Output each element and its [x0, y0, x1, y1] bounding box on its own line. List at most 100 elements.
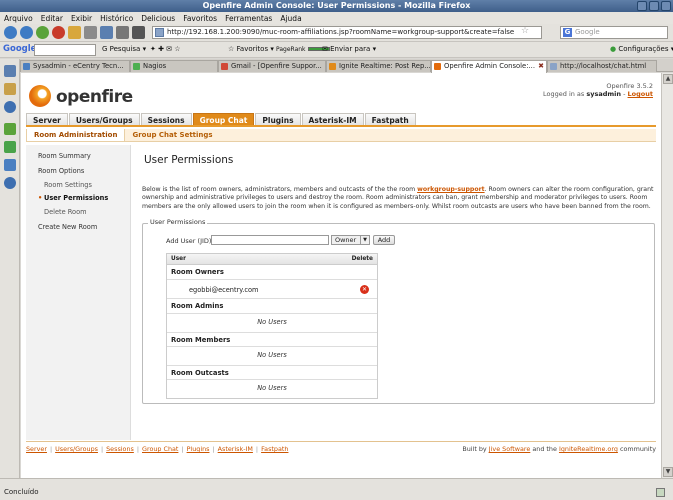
openfire-logo-text: openfire [56, 87, 133, 107]
table-row: egobbi@ecentry.com ✕ [167, 281, 377, 299]
status-bar: Concluído [0, 478, 673, 500]
minimize-button[interactable] [637, 1, 647, 11]
maximize-button[interactable] [649, 1, 659, 11]
tab-users-groups[interactable]: Users/Groups [68, 113, 140, 125]
tab-plugins[interactable]: Plugins [255, 113, 301, 125]
logout-link[interactable]: Logout [628, 90, 653, 98]
clock-icon[interactable] [4, 101, 16, 113]
menu-delete-room[interactable]: Delete Room [44, 208, 87, 216]
tag-icon[interactable] [100, 26, 113, 39]
tab-asterisk-im[interactable]: Asterisk-IM [301, 113, 364, 125]
menu-room-options[interactable]: Room Options [38, 167, 84, 175]
settings-icon[interactable] [4, 159, 16, 171]
delete-icon[interactable]: ✕ [360, 285, 369, 294]
subtab-group-chat-settings[interactable]: Group Chat Settings [125, 129, 219, 141]
role-select[interactable]: Owner ▼ [331, 235, 370, 245]
menu-historico[interactable]: Histórico [100, 14, 133, 23]
openfire-logo-icon [29, 85, 51, 107]
footer-link-server[interactable]: Server [26, 445, 47, 453]
enviar-button[interactable]: ✉ Enviar para ▾ [322, 45, 376, 53]
page-icon[interactable] [116, 26, 129, 39]
menu-arquivo[interactable]: Arquivo [4, 14, 33, 23]
jid-input[interactable] [211, 235, 329, 245]
room-link[interactable]: workgroup-support [417, 186, 484, 193]
configuracoes-button[interactable]: ● Configurações ▾ [610, 45, 673, 53]
tab-gmail[interactable]: Gmail - [Openfire Suppor... [218, 60, 326, 72]
toolbar-icons[interactable]: ✦ ✚ ✉ ☆ [150, 45, 181, 53]
menu-delicious[interactable]: Delicious [141, 14, 175, 23]
add-button[interactable]: Add [373, 235, 395, 245]
sidebar-icon-3[interactable] [4, 123, 16, 135]
favoritos-button[interactable]: ☆ Favoritos ▾ [228, 45, 274, 53]
status-icon [656, 488, 665, 497]
footer-link-plugins[interactable]: Plugins [187, 445, 210, 453]
menu-ferramentas[interactable]: Ferramentas [225, 14, 272, 23]
page-description: Below is the list of room owners, admini… [142, 186, 654, 210]
ignite-realtime-link[interactable]: IgniteRealtime.org [559, 445, 618, 453]
footer-link-asterisk-im[interactable]: Asterisk-IM [218, 445, 253, 453]
sub-nav: Room Administration Group Chat Settings [26, 129, 656, 142]
google-toolbar-input[interactable] [34, 44, 96, 56]
tab-ignite[interactable]: Ignite Realtime: Post Rep... [326, 60, 431, 72]
scroll-down-icon[interactable]: ▼ [663, 467, 673, 477]
sidebar-icon-1[interactable] [4, 65, 16, 77]
status-text: Concluído [4, 488, 39, 496]
page-title: User Permissions [144, 154, 234, 166]
tab-openfire[interactable]: Openfire Admin Console:... ✖ [431, 60, 547, 73]
info-icon[interactable] [4, 177, 16, 189]
url-bar[interactable]: http://192.168.1.200:9090/muc-room-affil… [152, 26, 542, 39]
screen-icon[interactable] [132, 26, 145, 39]
tab-localhost-chat[interactable]: http://localhost/chat.html [547, 60, 657, 72]
tab-nagios[interactable]: Nagios [130, 60, 218, 72]
col-user: User [171, 256, 186, 262]
footer-link-users-groups[interactable]: Users/Groups [55, 445, 98, 453]
menu-room-settings[interactable]: Room Settings [44, 181, 92, 189]
puzzle-icon[interactable] [4, 141, 16, 153]
window-title-bar: Openfire Admin Console: User Permissions… [0, 0, 673, 12]
tab-favicon [550, 63, 557, 70]
menu-exibir[interactable]: Exibir [71, 14, 92, 23]
tab-favicon [329, 63, 336, 70]
star-icon[interactable]: ☆ [521, 26, 529, 36]
col-delete: Delete [351, 256, 373, 262]
search-placeholder: Google [575, 28, 600, 36]
no-users-outcasts: No Users [257, 384, 287, 392]
tab-sysadmin[interactable]: Sysadmin - eCentry Tecn... [20, 60, 130, 72]
google-toolbar: Google G Pesquisa ▾ ✦ ✚ ✉ ☆ ☆ Favoritos … [0, 42, 673, 58]
sidebar-icon-2[interactable] [4, 83, 16, 95]
footer-link-fastpath[interactable]: Fastpath [261, 445, 288, 453]
tab-sessions[interactable]: Sessions [140, 113, 192, 125]
menu-ajuda[interactable]: Ajuda [280, 14, 301, 23]
home-icon[interactable] [68, 26, 81, 39]
stop-icon[interactable] [52, 26, 65, 39]
jive-software-link[interactable]: Jive Software [489, 445, 531, 453]
footer-links: Server | Users/Groups | Sessions | Group Chat |… [26, 445, 289, 453]
section-room-outcasts: Room Outcasts [167, 365, 377, 380]
search-input[interactable]: G Google [560, 26, 668, 39]
footer-link-sessions[interactable]: Sessions [106, 445, 134, 453]
forward-icon[interactable] [20, 26, 33, 39]
subtab-room-administration[interactable]: Room Administration [26, 129, 126, 141]
table-header: User Delete [167, 254, 377, 265]
tab-group-chat[interactable]: Group Chat [192, 113, 255, 125]
tab-fastpath[interactable]: Fastpath [364, 113, 416, 125]
menu-create-new-room[interactable]: Create New Room [38, 223, 97, 231]
bookmark-icon[interactable] [84, 26, 97, 39]
menu-room-summary[interactable]: Room Summary [38, 152, 91, 160]
close-tab-icon[interactable]: ✖ [538, 61, 544, 71]
url-text: http://192.168.1.200:9090/muc-room-affil… [167, 28, 515, 36]
menu-favoritos[interactable]: Favoritos [183, 14, 217, 23]
owner-jid: egobbi@ecentry.com [189, 286, 259, 294]
tab-server[interactable]: Server [26, 113, 68, 125]
back-icon[interactable] [4, 26, 17, 39]
menu-user-permissions[interactable]: • User Permissions [38, 194, 108, 202]
footer: Server | Users/Groups | Sessions | Group Chat |… [26, 441, 656, 455]
reload-icon[interactable] [36, 26, 49, 39]
menu-editar[interactable]: Editar [41, 14, 63, 23]
close-window-button[interactable] [661, 1, 671, 11]
logged-in-info: Logged in as sysadmin - Logout [543, 90, 653, 98]
footer-link-group-chat[interactable]: Group Chat [142, 445, 178, 453]
scroll-up-icon[interactable]: ▲ [663, 74, 673, 84]
page-scrollbar[interactable]: ▲ ▼ [661, 73, 673, 478]
pesquisa-button[interactable]: G Pesquisa ▾ [102, 45, 146, 53]
